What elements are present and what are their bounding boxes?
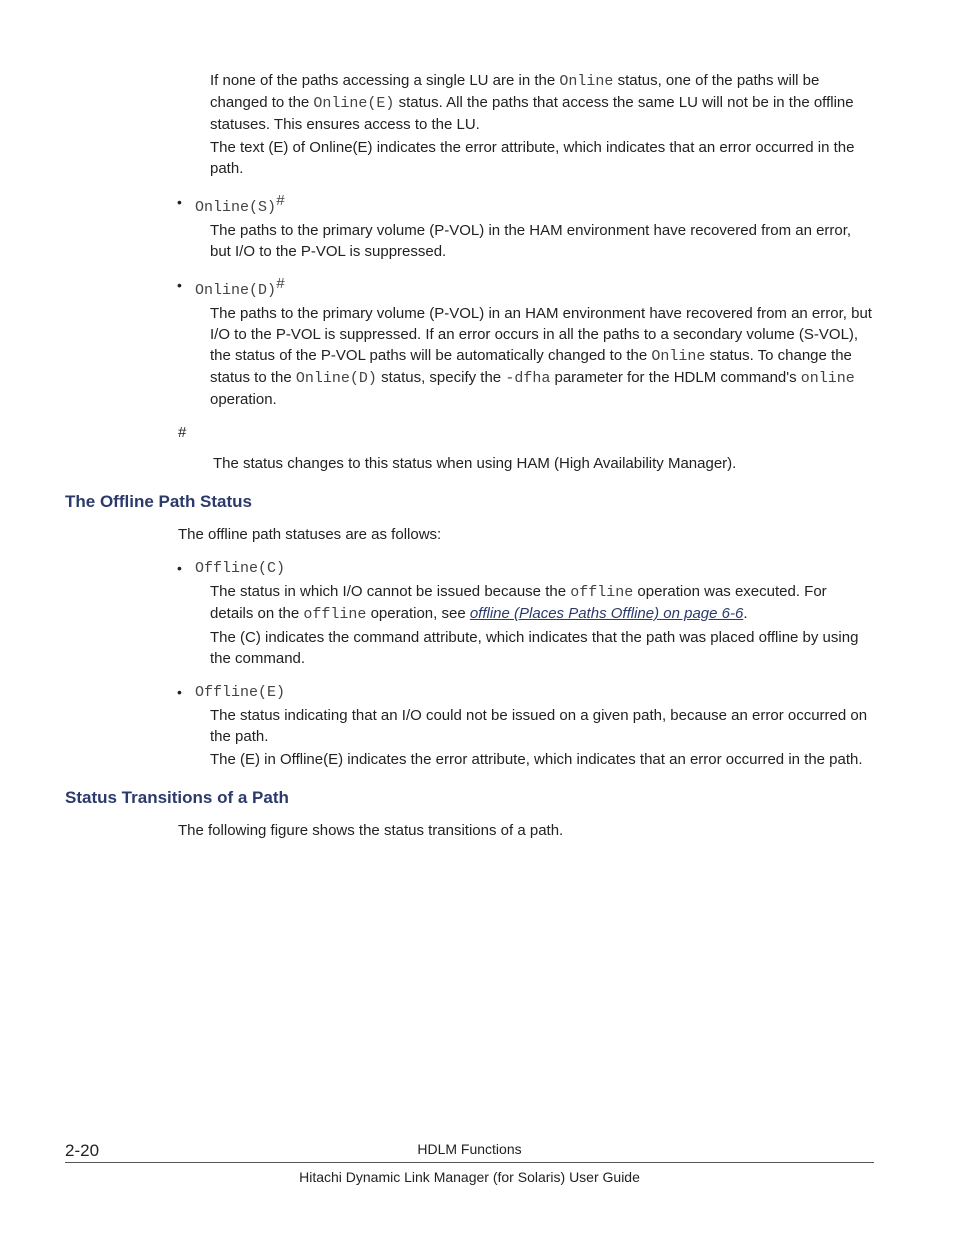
list-item-body-1: The status indicating that an I/O could …: [210, 705, 874, 747]
text: parameter for the HDLM command's: [550, 369, 800, 386]
text: .: [743, 605, 747, 622]
footnote-body: The status changes to this status when u…: [213, 453, 874, 474]
bullet-icon: •: [177, 191, 182, 213]
list-item-header: Online(S)#: [195, 191, 874, 218]
list-item-body: The paths to the primary volume (P-VOL) …: [210, 303, 874, 410]
inline-code: -dfha: [505, 370, 550, 387]
list-item-online-s: • Online(S)# The paths to the primary vo…: [195, 191, 874, 262]
text: operation, see: [366, 605, 469, 622]
section-heading-offline: The Offline Path Status: [65, 492, 874, 512]
list-item-header: Offline(C): [195, 557, 874, 579]
bullet-icon: •: [177, 557, 182, 579]
list-item-header: Online(D)#: [195, 274, 874, 301]
transitions-intro: The following figure shows the status tr…: [178, 820, 874, 841]
inline-code: Online(S): [195, 199, 276, 216]
list-item-header: Offline(E): [195, 681, 874, 703]
list-item-body-2: The (E) in Offline(E) indicates the erro…: [210, 749, 874, 770]
inline-code: offline: [303, 606, 366, 623]
inline-code: Online: [651, 348, 705, 365]
inline-code: Offline(E): [195, 684, 285, 701]
text: The following figure shows the status tr…: [178, 820, 874, 841]
inline-code: online: [801, 370, 855, 387]
text: status, specify the: [377, 369, 505, 386]
footer-divider: [65, 1162, 874, 1163]
document-page: If none of the paths accessing a single …: [0, 0, 954, 1235]
footnote-hash: # The status changes to this status when…: [178, 422, 874, 474]
page-footer: 2-20 HDLM Functions Hitachi Dynamic Link…: [65, 1141, 874, 1185]
list-item-online-d: • Online(D)# The paths to the primary vo…: [195, 274, 874, 410]
footer-chapter-title: HDLM Functions: [417, 1141, 521, 1157]
inline-code: Online(D): [296, 370, 377, 387]
list-item-body: The paths to the primary volume (P-VOL) …: [210, 220, 874, 262]
inline-code: Online(D): [195, 282, 276, 299]
text: If none of the paths accessing a single …: [210, 72, 559, 89]
superscript: #: [276, 276, 285, 293]
text: operation.: [210, 391, 277, 408]
offline-intro: The offline path statuses are as follows…: [178, 524, 874, 545]
intro-continuation: If none of the paths accessing a single …: [210, 70, 874, 179]
list-item-body-2: The (C) indicates the command attribute,…: [210, 627, 874, 669]
footer-document-title: Hitachi Dynamic Link Manager (for Solari…: [65, 1169, 874, 1185]
footnote-symbol: #: [178, 422, 874, 443]
inline-code: Offline(C): [195, 560, 285, 577]
bullet-icon: •: [177, 681, 182, 703]
bullet-icon: •: [177, 274, 182, 296]
inline-code: Online(E): [313, 95, 394, 112]
inline-code: Online: [559, 73, 613, 90]
text: The status in which I/O cannot be issued…: [210, 583, 570, 600]
cross-reference-link[interactable]: offline (Places Paths Offline) on page 6…: [470, 605, 744, 622]
superscript: #: [276, 193, 285, 210]
list-item-body-1: The status in which I/O cannot be issued…: [210, 581, 874, 625]
list-item-offline-e: • Offline(E) The status indicating that …: [195, 681, 874, 770]
section-heading-transitions: Status Transitions of a Path: [65, 788, 874, 808]
text: The offline path statuses are as follows…: [178, 524, 874, 545]
intro-paragraph-2: The text (E) of Online(E) indicates the …: [210, 137, 874, 179]
page-number: 2-20: [65, 1141, 99, 1161]
intro-paragraph-1: If none of the paths accessing a single …: [210, 70, 874, 135]
inline-code: offline: [570, 584, 633, 601]
list-item-offline-c: • Offline(C) The status in which I/O can…: [195, 557, 874, 669]
